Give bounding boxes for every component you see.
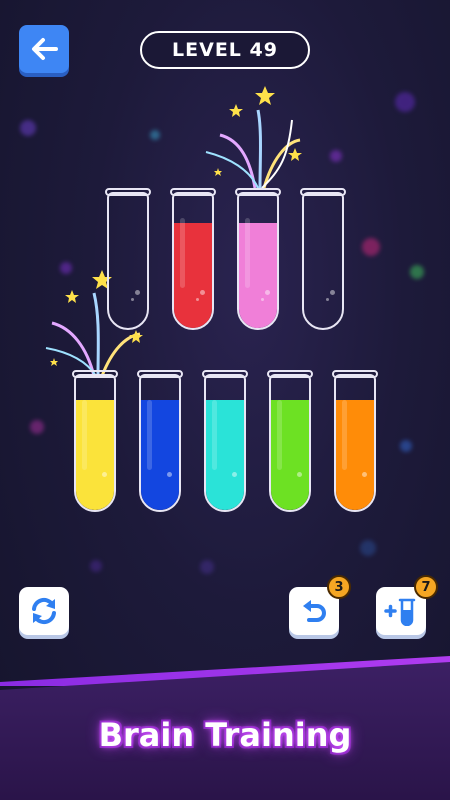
tube-glass <box>107 192 149 330</box>
undo-count-badge: 3 <box>327 575 351 599</box>
firework-top <box>205 86 302 189</box>
tube-6[interactable] <box>137 370 183 512</box>
tube-glass <box>334 374 376 512</box>
tube-8[interactable] <box>267 370 313 512</box>
tube-3[interactable] <box>235 188 281 330</box>
tube-2[interactable] <box>170 188 216 330</box>
tube-glass <box>302 192 344 330</box>
arrow-left-icon <box>32 38 58 60</box>
tube-glass <box>172 192 214 330</box>
restart-icon <box>32 597 56 625</box>
undo-icon <box>303 600 326 622</box>
tube-5[interactable] <box>72 370 118 512</box>
tube-glass <box>204 374 246 512</box>
tube-1[interactable] <box>105 188 151 330</box>
level-indicator: LEVEL 49 <box>140 31 310 69</box>
tube-glass <box>139 374 181 512</box>
add-tube-icon <box>384 598 416 626</box>
tube-glass <box>237 192 279 330</box>
tube-glass <box>269 374 311 512</box>
footer-caption: Brain Training <box>98 716 352 754</box>
tube-glass <box>74 374 116 512</box>
tube-9[interactable] <box>332 370 378 512</box>
tube-7[interactable] <box>202 370 248 512</box>
add-tube-count-badge: 7 <box>414 575 438 599</box>
tube-4[interactable] <box>300 188 346 330</box>
back-button[interactable] <box>19 25 69 73</box>
restart-button[interactable] <box>19 587 69 635</box>
